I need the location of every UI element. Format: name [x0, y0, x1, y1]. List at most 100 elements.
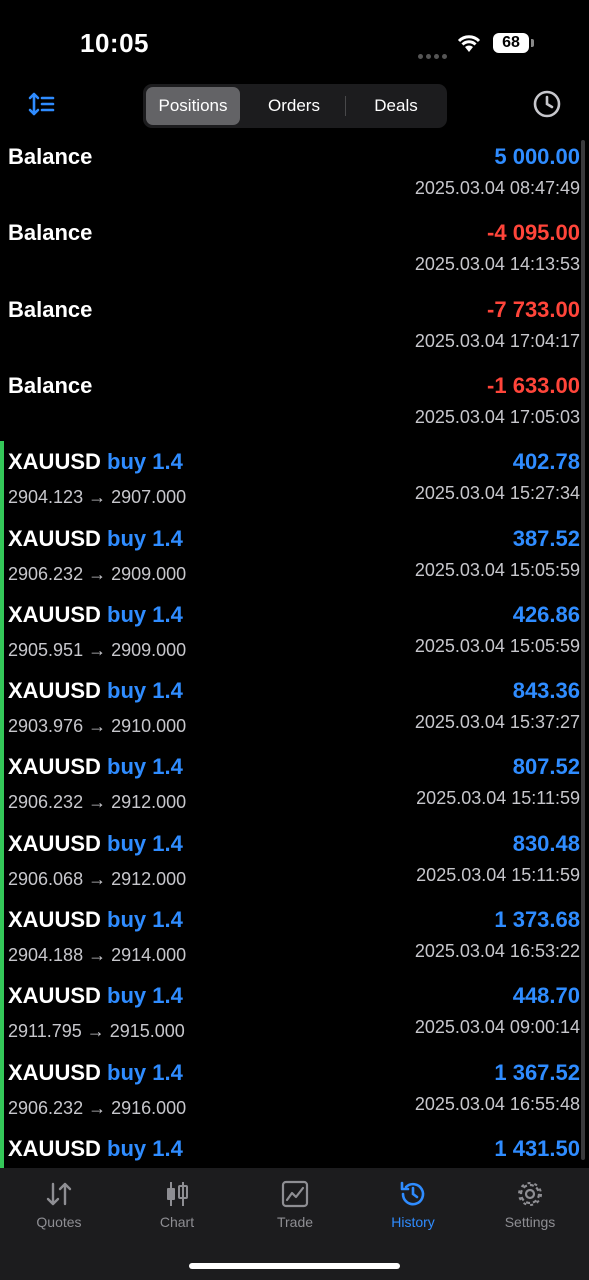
symbol-label: XAUUSD: [8, 678, 101, 704]
direction-label: buy 1.4: [107, 601, 183, 627]
wifi-icon: [457, 35, 481, 52]
direction-label: buy 1.4: [107, 525, 183, 551]
row-title: Balance: [8, 296, 93, 322]
timestamp: 2025.03.04 16:53:22: [414, 941, 580, 961]
tab-chart[interactable]: Chart: [118, 1180, 236, 1230]
trade-icon: [281, 1180, 309, 1208]
tab-history[interactable]: History: [354, 1180, 472, 1230]
battery-tip: [531, 39, 534, 47]
profit-amount: -1 633.00: [487, 372, 580, 398]
profit-amount: 830.48: [512, 830, 580, 856]
tab-settings-label: Settings: [504, 1214, 556, 1230]
history-icon: [400, 1181, 425, 1206]
symbol-label: XAUUSD: [8, 449, 101, 475]
home-indicator: [189, 1263, 400, 1269]
battery-icon: 68: [493, 33, 529, 53]
row-title: XAUUSD buy 1.4: [8, 602, 183, 628]
symbol-label: XAUUSD: [8, 830, 101, 856]
timestamp: 2025.03.04 08:47:49: [414, 178, 580, 198]
tab-orders[interactable]: Orders: [243, 87, 345, 125]
row-title: Balance: [8, 220, 93, 246]
symbol-label: XAUUSD: [8, 601, 101, 627]
tab-quotes-label: Quotes: [36, 1214, 82, 1230]
price-range: 2911.795 → 2915.000: [8, 1021, 185, 1042]
clock-icon[interactable]: [533, 90, 561, 118]
timestamp: 2025.03.04 17:04:17: [414, 330, 580, 351]
deal-row[interactable]: XAUUSD buy 1.4 426.86 2905.951 → 2909.000 2…: [0, 593, 589, 671]
direction-label: buy 1.4: [107, 449, 183, 475]
price-range: 2905.951 → 2909.000: [8, 639, 187, 660]
timestamp: 2025.03.04 16:55:48: [414, 1093, 580, 1114]
sort-icon[interactable]: [28, 92, 56, 118]
tab-quotes[interactable]: Quotes: [0, 1180, 118, 1230]
tab-trade[interactable]: Trade: [236, 1180, 354, 1230]
direction-label: buy 1.4: [107, 983, 183, 1009]
timestamp: 2025.03.04 09:00:14: [414, 1017, 580, 1038]
direction-label: buy 1.4: [107, 830, 183, 856]
symbol-label: XAUUSD: [8, 525, 101, 551]
price-range: 2906.232 → 2912.000: [8, 792, 187, 813]
scrollbar[interactable]: [581, 140, 585, 1160]
profit-amount: 1 431.50: [494, 1135, 580, 1161]
tab-chart-label: Chart: [159, 1214, 195, 1230]
history-toolbar: Positions Orders Deals: [0, 80, 589, 132]
deal-row[interactable]: XAUUSD buy 1.4 1 431.50: [0, 1127, 589, 1168]
status-time: 10:05: [80, 28, 149, 58]
tab-deals[interactable]: Deals: [347, 87, 445, 125]
balance-row[interactable]: Balance 5 000.00 2025.03.04 08:47:49: [0, 136, 589, 212]
profit-amount: 448.70: [512, 983, 580, 1009]
row-title: Balance: [8, 372, 93, 398]
deal-row[interactable]: XAUUSD buy 1.4 830.48 2906.068 → 2912.000 2…: [0, 822, 589, 900]
row-title: XAUUSD buy 1.4: [8, 1060, 183, 1086]
price-range: 2904.123 → 2907.000: [8, 487, 187, 508]
profit-amount: -4 095.00: [487, 220, 580, 246]
quotes-icon: [46, 1182, 72, 1206]
balance-row[interactable]: Balance -7 733.00 2025.03.04 17:04:17: [0, 289, 589, 365]
row-title: XAUUSD buy 1.4: [8, 907, 183, 933]
symbol-label: XAUUSD: [8, 983, 101, 1009]
profit-amount: 843.36: [512, 678, 580, 704]
timestamp: 2025.03.04 15:37:27: [414, 712, 580, 733]
balance-row[interactable]: Balance -1 633.00 2025.03.04 17:05:03: [0, 365, 589, 441]
symbol-label: XAUUSD: [8, 1059, 101, 1085]
profit-amount: -7 733.00: [487, 296, 580, 322]
direction-label: buy 1.4: [107, 1135, 183, 1161]
deal-row[interactable]: XAUUSD buy 1.4 402.78 2904.123 → 2907.000 2…: [0, 441, 589, 519]
timestamp: 2025.03.04 17:05:03: [414, 406, 580, 427]
cellular-signal-icon: [418, 46, 450, 64]
profit-amount: 402.78: [512, 449, 580, 475]
profit-amount: 807.52: [512, 754, 580, 780]
price-range: 2906.068 → 2912.000: [8, 868, 187, 889]
deal-row[interactable]: XAUUSD buy 1.4 1 373.68 2904.188 → 2914.00…: [0, 899, 589, 976]
symbol-label: XAUUSD: [8, 1135, 101, 1161]
profit-amount: 426.86: [512, 601, 580, 627]
symbol-label: XAUUSD: [8, 907, 101, 932]
tab-trade-label: Trade: [276, 1214, 314, 1230]
row-title: Balance: [8, 144, 93, 169]
profit-amount: 5 000.00: [494, 144, 580, 169]
segmented-control: Positions Orders Deals: [143, 84, 447, 128]
tab-positions[interactable]: Positions: [146, 87, 240, 125]
row-title: XAUUSD buy 1.4: [8, 1136, 183, 1162]
deal-row[interactable]: XAUUSD buy 1.4 448.70 2911.795 → 2915.000 2…: [0, 975, 589, 1053]
deal-row[interactable]: XAUUSD buy 1.4 807.52 2906.232 → 2912.000 2…: [0, 746, 589, 824]
deal-row[interactable]: XAUUSD buy 1.4 1 367.52 2906.232 → 2916.00…: [0, 1051, 589, 1129]
row-title: XAUUSD buy 1.4: [8, 678, 183, 704]
deal-row[interactable]: XAUUSD buy 1.4 843.36 2903.976 → 2910.000 2…: [0, 670, 589, 748]
timestamp: 2025.03.04 14:13:53: [414, 254, 580, 275]
direction-label: buy 1.4: [107, 678, 183, 704]
price-range: 2906.232 → 2909.000: [8, 563, 187, 584]
timestamp: 2025.03.04 15:11:59: [416, 788, 580, 809]
direction-label: buy 1.4: [107, 907, 183, 932]
tab-settings[interactable]: Settings: [471, 1180, 589, 1230]
deal-row[interactable]: XAUUSD buy 1.4 387.52 2906.232 → 2909.000 2…: [0, 517, 589, 595]
profit-amount: 387.52: [512, 525, 580, 551]
direction-label: buy 1.4: [107, 754, 183, 780]
row-title: XAUUSD buy 1.4: [8, 754, 183, 780]
profit-amount: 1 373.68: [494, 907, 580, 932]
direction-label: buy 1.4: [107, 1059, 183, 1085]
price-range: 2904.188 → 2914.000: [8, 945, 187, 965]
history-list[interactable]: Balance 5 000.00 2025.03.04 08:47:49 Balanc…: [0, 136, 589, 1168]
settings-icon: [518, 1182, 542, 1206]
balance-row[interactable]: Balance -4 095.00 2025.03.04 14:13:53: [0, 212, 589, 288]
